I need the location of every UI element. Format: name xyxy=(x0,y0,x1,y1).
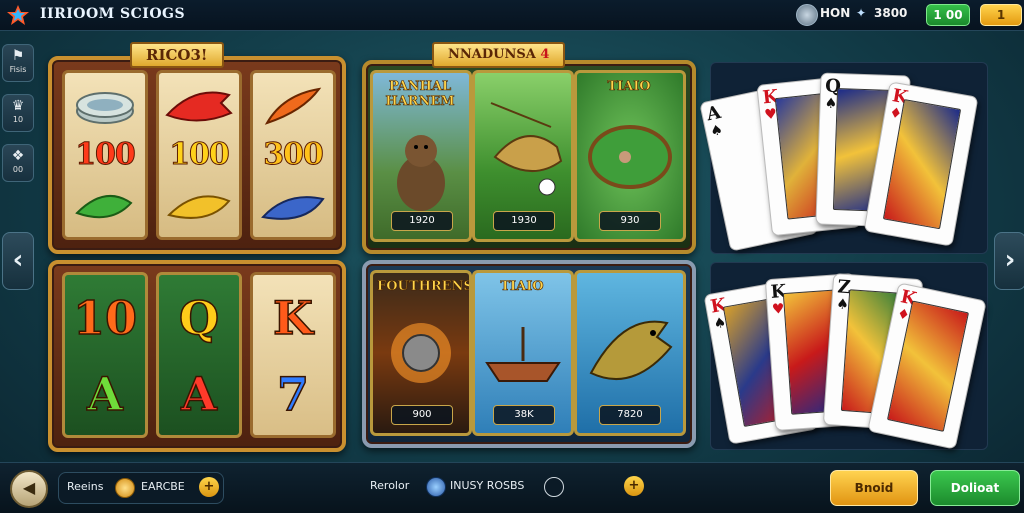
scene-price: 38K xyxy=(493,405,555,425)
scene-fish[interactable]: 1930 xyxy=(472,70,574,242)
app-title: IIRIOOM SCIOGS xyxy=(40,6,186,22)
scene-boat[interactable]: TIAIO 38K xyxy=(472,270,574,436)
scene-price: 930 xyxy=(599,211,661,231)
globe-icon xyxy=(426,477,446,497)
menu-icon: ⚑ xyxy=(11,48,25,64)
scene-price: 1920 xyxy=(391,211,453,231)
fishing-panel[interactable]: PANHAL HARNEM 1920 1930 TIAIO 930 xyxy=(362,60,696,254)
scene-meteor[interactable]: FOUTHRENS 900 xyxy=(370,270,472,436)
reel-value: 100 xyxy=(75,137,137,173)
avatar[interactable] xyxy=(796,4,818,26)
green-fish-icon xyxy=(75,195,133,219)
gold-fish-icon xyxy=(167,195,231,219)
coin-stack-icon xyxy=(76,92,134,124)
letter-reel-3: K 7 xyxy=(250,272,336,438)
slots-banner: RICO3! xyxy=(130,42,224,68)
red-fish-icon xyxy=(165,91,233,122)
card-suit: ♠ xyxy=(708,121,725,141)
scene-price: 1930 xyxy=(493,211,555,231)
reel-letter: K xyxy=(272,290,313,346)
scene-title: PANHAL HARNEM xyxy=(385,79,455,110)
plus-icon[interactable]: + xyxy=(199,477,219,497)
fish-icon xyxy=(490,102,563,196)
top-bar: IIRIOOM SCIOGS HON ✦ 3800 1 00 1 xyxy=(0,0,1024,31)
boat-icon xyxy=(485,327,561,382)
scene-title: FOUTHRENS xyxy=(377,279,472,295)
rerolor-field[interactable]: Rerolor INUSY ROSBS + xyxy=(360,472,648,502)
reel-value: 300 xyxy=(263,137,325,173)
letter-reel-1: 10 A xyxy=(62,272,148,438)
blue-fish-icon xyxy=(261,196,325,220)
player-status: HON xyxy=(820,6,851,20)
bear-icon xyxy=(397,135,445,211)
fishing-banner-text: NNADUNSA xyxy=(448,47,536,62)
sidebar-item-label: Fisis xyxy=(9,65,27,74)
reel-value: 100 xyxy=(169,137,231,173)
reel-3: 300 xyxy=(250,70,336,240)
reel-letter: 7 xyxy=(276,366,310,422)
scene-title: TIAIO xyxy=(500,279,544,295)
pond-icon xyxy=(588,125,672,189)
field-label: Rerolor xyxy=(370,479,410,492)
reel-2: 100 xyxy=(156,70,242,240)
gem-icon: ✦ xyxy=(856,6,867,20)
scene-pond[interactable]: TIAIO 930 xyxy=(574,70,686,242)
fishing-banner: NNADUNSA 4 xyxy=(432,42,566,68)
sidebar-item-label: 10 xyxy=(12,115,24,124)
scene-price: 900 xyxy=(391,405,453,425)
fishing-banner-badge: 4 xyxy=(540,47,550,62)
scene-title: TIAIO xyxy=(607,79,651,95)
scene-bear[interactable]: PANHAL HARNEM 1920 xyxy=(370,70,472,242)
letters-panel[interactable]: 10 A Q A K 7 xyxy=(48,260,346,452)
reel-letter: A xyxy=(180,366,217,422)
gold-action-button[interactable]: Bnoid xyxy=(830,470,918,506)
sidebar-item-label: 00 xyxy=(12,165,24,174)
field-value: EARCBE xyxy=(141,480,185,493)
slots-panel[interactable]: 100 100 300 xyxy=(48,56,346,254)
gold-balance-button[interactable]: 1 xyxy=(980,4,1022,26)
coin-count: 3800 xyxy=(874,6,908,20)
field-value: INUSY ROSBS xyxy=(450,479,525,492)
next-arrow-icon[interactable]: › xyxy=(994,232,1024,290)
trophy-icon: ♛ xyxy=(11,98,25,114)
scene-big-fish[interactable]: 7820 xyxy=(574,270,686,436)
field-label: Reeins xyxy=(67,480,104,493)
reel-letter: 10 xyxy=(72,290,138,346)
sidebar-item-gift[interactable]: ❖ 00 xyxy=(2,144,34,182)
big-fish-icon xyxy=(589,320,673,381)
reel-letter: A xyxy=(86,366,123,422)
meteor-icon xyxy=(391,323,451,383)
balance-button[interactable]: 1 00 xyxy=(926,4,970,26)
sidebar-item-menu[interactable]: ⚑ Fisis xyxy=(2,44,34,82)
target-icon[interactable] xyxy=(544,477,564,497)
gift-icon: ❖ xyxy=(11,148,25,164)
logo-icon xyxy=(7,5,29,25)
coin-icon xyxy=(115,478,135,498)
reel-letter: Q xyxy=(178,290,220,346)
horn-icon[interactable]: ◀ xyxy=(10,470,48,508)
reel-1: 100 xyxy=(62,70,148,240)
reeins-field[interactable]: Reeins EARCBE + xyxy=(58,472,224,504)
sidebar-item-trophy[interactable]: ♛ 10 xyxy=(2,94,34,132)
letter-reel-2: Q A xyxy=(156,272,242,438)
scene-price: 7820 xyxy=(599,405,661,425)
prev-arrow-icon[interactable]: ‹ xyxy=(2,232,34,290)
green-action-button[interactable]: Dolioat xyxy=(930,470,1020,506)
plus-icon[interactable]: + xyxy=(624,476,644,496)
carrot-icon xyxy=(264,87,322,125)
water-panel[interactable]: FOUTHRENS 900 TIAIO 38K 7820 xyxy=(362,260,696,448)
